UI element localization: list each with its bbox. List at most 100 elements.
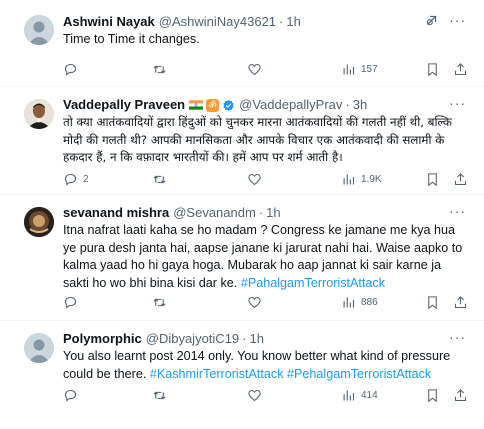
author-name[interactable]: Vaddepally Praveen bbox=[63, 97, 185, 113]
retweet-icon bbox=[153, 65, 166, 73]
profile-photo-icon bbox=[24, 207, 54, 237]
author-name[interactable]: Polymorphic bbox=[63, 331, 142, 347]
share-icon bbox=[454, 62, 467, 75]
share-icon bbox=[454, 295, 467, 308]
heart-icon bbox=[248, 389, 261, 401]
timestamp[interactable]: 1h bbox=[250, 331, 264, 347]
om-icon: ॐ bbox=[206, 98, 220, 112]
avatar[interactable] bbox=[24, 15, 54, 45]
tweet-header: sevanand mishra @Sevanandm · 1h bbox=[63, 205, 466, 221]
share-icon bbox=[454, 172, 467, 185]
like-button[interactable] bbox=[247, 295, 267, 310]
more-options-button[interactable]: ··· bbox=[449, 13, 466, 27]
views-button[interactable]: 414 bbox=[341, 388, 378, 403]
bookmark-button[interactable] bbox=[425, 388, 440, 403]
bookmark-button[interactable] bbox=[425, 172, 440, 187]
reply-button[interactable] bbox=[63, 295, 83, 310]
tweet-3[interactable]: sevanand mishra @Sevanandm · 1h ··· Itna… bbox=[0, 195, 484, 321]
author-handle[interactable]: @AshwiniNay43621 bbox=[159, 14, 276, 30]
avatar[interactable] bbox=[24, 333, 54, 363]
like-button[interactable] bbox=[247, 62, 267, 77]
reply-icon bbox=[64, 389, 77, 402]
grok-icon[interactable] bbox=[425, 14, 438, 27]
heart-icon bbox=[248, 296, 261, 308]
view-count: 157 bbox=[361, 63, 378, 75]
retweet-icon bbox=[153, 175, 166, 183]
avatar[interactable] bbox=[24, 207, 54, 237]
timestamp[interactable]: 1h bbox=[266, 205, 280, 221]
avatar[interactable] bbox=[24, 99, 54, 129]
author-handle[interactable]: @VaddepallyPrav bbox=[239, 97, 342, 113]
reply-icon bbox=[64, 173, 77, 186]
verified-badge-icon bbox=[223, 99, 234, 111]
more-options-button[interactable]: ··· bbox=[449, 204, 466, 218]
tweet-text: You also learnt post 2014 only. You know… bbox=[63, 348, 466, 383]
default-avatar-icon bbox=[24, 15, 54, 45]
more-options-button[interactable]: ··· bbox=[449, 96, 466, 110]
author-name[interactable]: sevanand mishra bbox=[63, 205, 169, 221]
timestamp[interactable]: 1h bbox=[286, 14, 300, 30]
bookmark-icon bbox=[428, 62, 437, 76]
tweet-actions: 2 1.9K bbox=[63, 171, 468, 187]
view-count: 414 bbox=[361, 389, 378, 401]
more-options-button[interactable]: ··· bbox=[449, 330, 466, 344]
tweet-text: तो क्या आतंकवादियों द्वारा हिंदुओं को चु… bbox=[63, 115, 452, 164]
bookmark-icon bbox=[428, 295, 437, 309]
like-button[interactable] bbox=[247, 172, 267, 187]
author-handle[interactable]: @DibyajyotiC19 bbox=[146, 331, 239, 347]
retweet-button[interactable] bbox=[152, 172, 172, 187]
hashtag-link[interactable]: #PehalgamTerroristAttack bbox=[287, 367, 431, 381]
share-button[interactable] bbox=[453, 62, 468, 77]
share-button[interactable] bbox=[453, 295, 468, 310]
author-handle[interactable]: @Sevanandm bbox=[173, 205, 256, 221]
retweet-button[interactable] bbox=[152, 388, 172, 403]
share-button[interactable] bbox=[453, 388, 468, 403]
like-button[interactable] bbox=[247, 388, 267, 403]
views-button[interactable]: 157 bbox=[341, 62, 378, 77]
views-button[interactable]: 886 bbox=[341, 295, 378, 310]
bookmark-button[interactable] bbox=[425, 295, 440, 310]
tweet-actions: 157 bbox=[63, 61, 468, 77]
reply-button[interactable]: 2 bbox=[63, 172, 89, 187]
bookmark-icon bbox=[428, 172, 437, 186]
share-icon bbox=[454, 388, 467, 401]
india-flag-icon bbox=[189, 100, 204, 110]
tweet-header: Ashwini Nayak @AshwiniNay43621 · 1h bbox=[63, 14, 466, 30]
heart-icon bbox=[248, 173, 261, 185]
author-name[interactable]: Ashwini Nayak bbox=[63, 14, 155, 30]
bookmark-button[interactable] bbox=[425, 62, 440, 77]
retweet-button[interactable] bbox=[152, 295, 172, 310]
retweet-icon bbox=[153, 298, 166, 306]
tweet-actions: 414 bbox=[63, 387, 468, 403]
separator-dot: · bbox=[279, 14, 284, 29]
retweet-icon bbox=[153, 391, 166, 399]
reply-button[interactable] bbox=[63, 62, 83, 77]
tweet-text: Itna nafrat laati kaha se ho madam ? Con… bbox=[63, 222, 466, 292]
separator-dot: · bbox=[242, 331, 247, 346]
tweet-actions: 886 bbox=[63, 294, 468, 310]
tweet-header: Vaddepally Praveen ॐ @VaddepallyPrav · 3… bbox=[63, 97, 466, 113]
views-button[interactable]: 1.9K bbox=[341, 172, 382, 187]
hashtag-link[interactable]: #KashmirTerroristAttack bbox=[150, 367, 284, 381]
timestamp[interactable]: 3h bbox=[353, 97, 367, 113]
separator-dot: · bbox=[345, 97, 350, 112]
views-icon bbox=[343, 64, 355, 74]
reply-button[interactable] bbox=[63, 388, 83, 403]
views-icon bbox=[343, 174, 355, 184]
views-icon bbox=[343, 297, 355, 307]
tweet-1[interactable]: Ashwini Nayak @AshwiniNay43621 · 1h ··· … bbox=[0, 0, 484, 87]
tweet-text: Time to Time it changes. bbox=[63, 32, 200, 46]
reply-icon bbox=[64, 296, 77, 309]
retweet-button[interactable] bbox=[152, 62, 172, 77]
reply-icon bbox=[64, 63, 77, 76]
hashtag-link[interactable]: #PahalgamTerroristAttack bbox=[241, 276, 385, 290]
reply-count: 2 bbox=[83, 173, 89, 185]
heart-icon bbox=[248, 63, 261, 75]
views-icon bbox=[343, 390, 355, 400]
more-options-icon[interactable] bbox=[425, 14, 438, 28]
tweet-4[interactable]: Polymorphic @DibyajyotiC19 · 1h ··· You … bbox=[0, 321, 484, 429]
view-count: 886 bbox=[361, 296, 378, 308]
tweet-2[interactable]: Vaddepally Praveen ॐ @VaddepallyPrav · 3… bbox=[0, 87, 484, 195]
share-button[interactable] bbox=[453, 172, 468, 187]
bookmark-icon bbox=[428, 388, 437, 402]
